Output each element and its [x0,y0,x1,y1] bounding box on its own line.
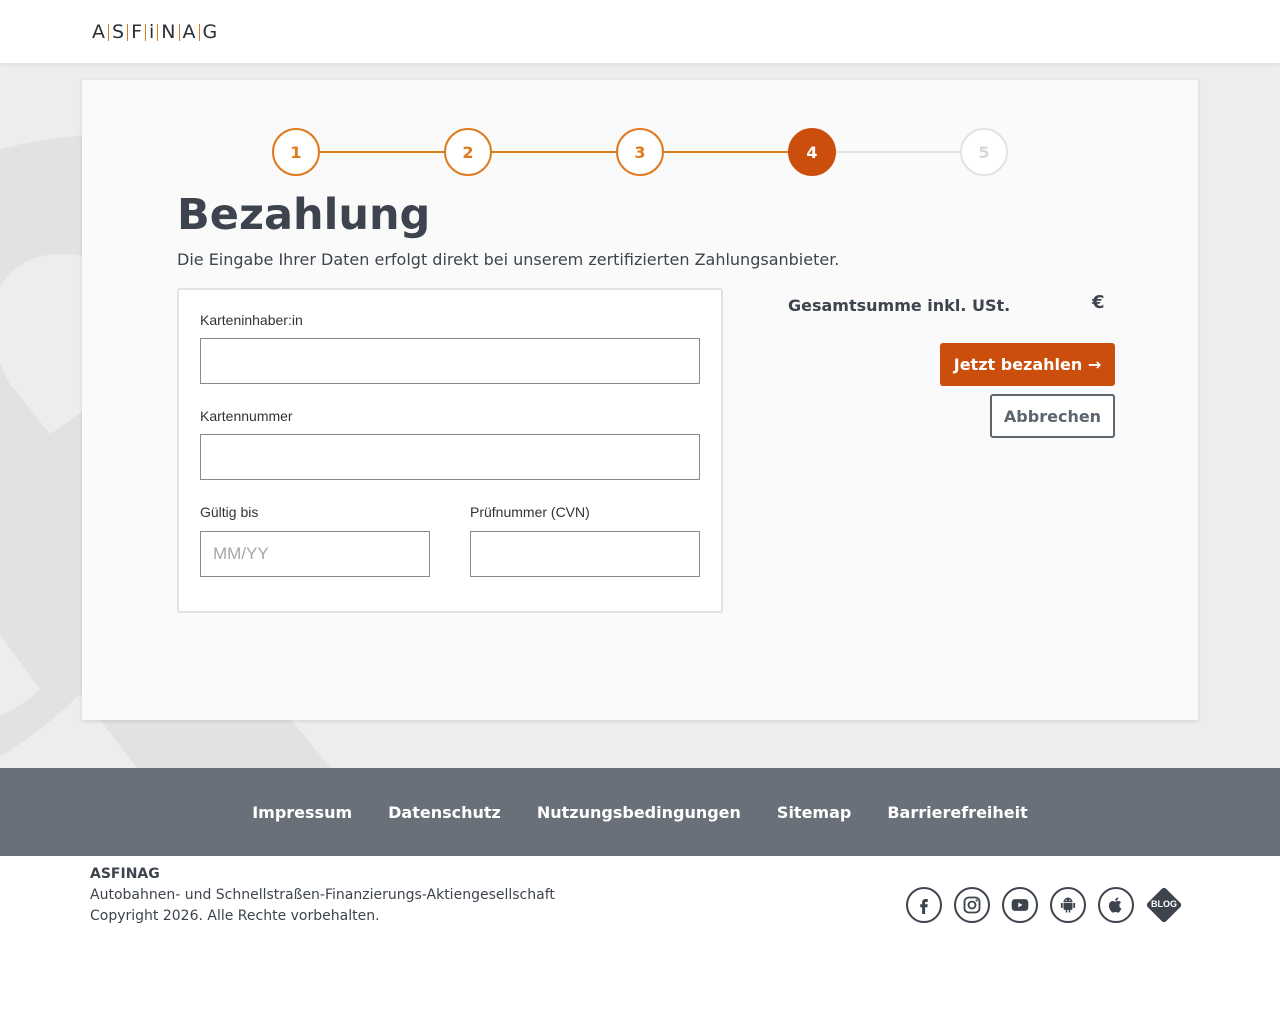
logo-separator [198,23,200,41]
page-subtitle: Die Eingabe Ihrer Daten erfolgt direkt b… [177,250,840,269]
site-header: A S F i N A G [0,0,1280,64]
progress-stepper: 1 2 3 4 5 [272,128,1008,176]
facebook-icon[interactable] [906,887,942,923]
footer-link-sitemap[interactable]: Sitemap [777,803,851,822]
android-icon[interactable] [1050,887,1086,923]
cancel-button[interactable]: Abbrechen [990,394,1115,438]
apple-icon[interactable] [1098,887,1134,923]
card-payment-form: Karteninhaber:in Kartennummer Gültig bis… [177,288,723,613]
step-4: 4 [788,128,836,176]
footer-link-nutzungsbedingungen[interactable]: Nutzungsbedingungen [537,803,741,822]
total-value: € [1092,292,1105,313]
logo-separator [127,23,129,41]
logo-separator [145,23,146,41]
cardholder-input[interactable] [200,338,700,384]
cardnumber-label: Kartennummer [200,408,293,424]
step-5: 5 [960,128,1008,176]
logo-letter: N [161,21,176,43]
expiry-input[interactable] [200,531,430,577]
footer-navigation: Impressum Datenschutz Nutzungsbedingunge… [0,768,1280,856]
youtube-icon[interactable] [1002,887,1038,923]
blog-label: BLOG [1151,899,1177,909]
footer-company-fullname: Autobahnen- und Schnellstraßen-Finanzier… [90,887,555,903]
cardholder-label: Karteninhaber:in [200,312,303,328]
step-connector [490,151,618,153]
logo-letter: S [112,21,125,43]
asfinag-logo[interactable]: A S F i N A G [90,20,219,44]
logo-letter: G [202,21,218,43]
logo-letter: A [182,21,196,43]
instagram-icon[interactable] [954,887,990,923]
cvn-label: Prüfnummer (CVN) [470,504,590,520]
footer-link-impressum[interactable]: Impressum [252,803,352,822]
footer-company-name: ASFINAG [90,866,160,882]
step-connector [318,151,446,153]
footer-company-info: ASFINAG Autobahnen- und Schnellstraßen-F… [90,864,555,927]
step-connector [834,151,962,153]
pay-now-button[interactable]: Jetzt bezahlen → [940,343,1115,386]
footer-link-datenschutz[interactable]: Datenschutz [388,803,501,822]
page-title: Bezahlung [177,190,431,240]
footer-link-barrierefreiheit[interactable]: Barrierefreiheit [887,803,1027,822]
logo-separator [108,23,109,41]
expiry-label: Gültig bis [200,504,259,520]
logo-letter: i [149,21,155,43]
logo-separator [157,23,159,41]
footer-copyright: Copyright 2026. Alle Rechte vorbehalten. [90,908,380,924]
logo-letter: F [131,21,142,43]
cvn-input[interactable] [470,531,700,577]
cardnumber-input[interactable] [200,434,700,480]
step-connector [662,151,790,153]
total-label: Gesamtsumme inkl. USt. [788,296,1011,315]
step-1[interactable]: 1 [272,128,320,176]
logo-letter: A [92,21,105,43]
logo-separator [178,23,180,41]
step-2[interactable]: 2 [444,128,492,176]
step-3[interactable]: 3 [616,128,664,176]
